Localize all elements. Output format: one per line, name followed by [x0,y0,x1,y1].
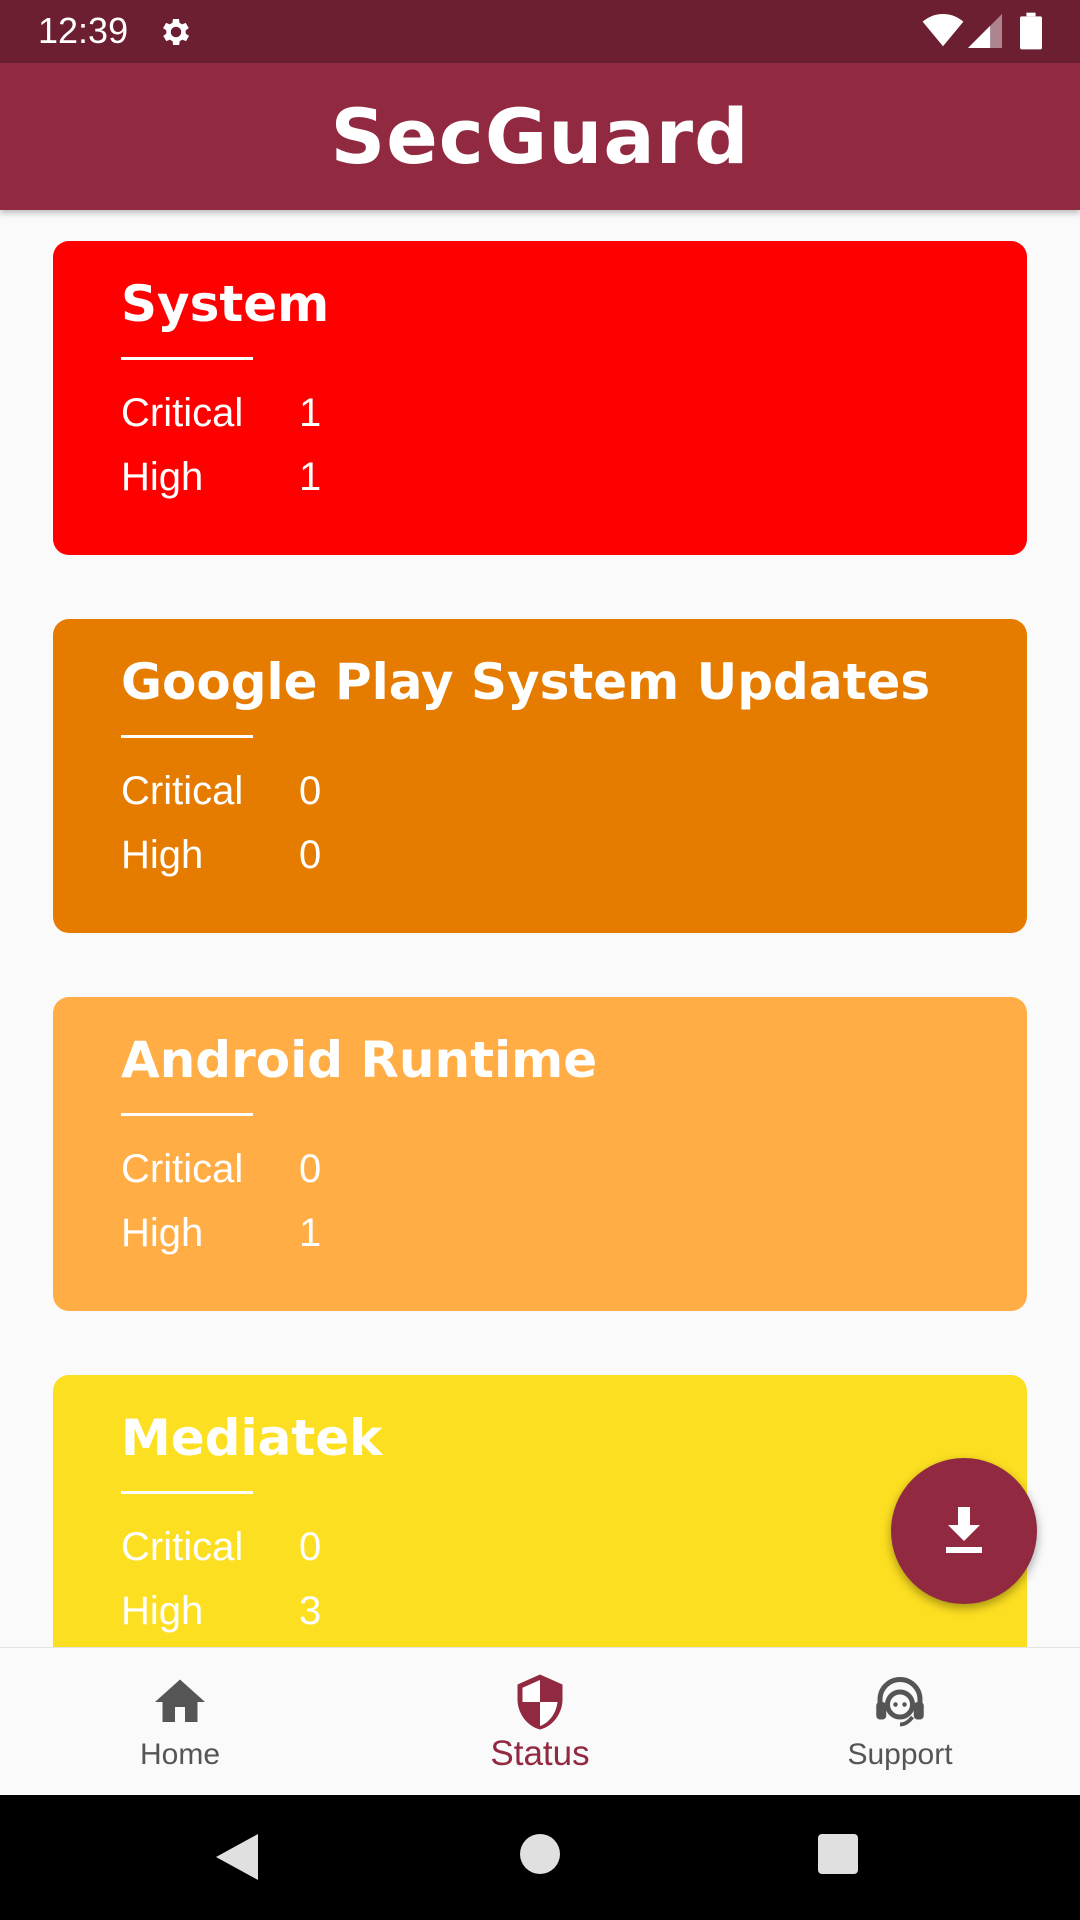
clock: 12:39 [38,10,129,51]
critical-row: Critical 0 [121,1525,321,1570]
home-icon [155,1679,205,1722]
card-title: Google Play System Updates [121,653,931,711]
high-count: 1 [299,455,322,499]
critical-label: Critical [121,1525,244,1569]
critical-label: Critical [121,769,244,813]
battery-icon [1020,12,1042,50]
nav-label-status: Status [490,1734,590,1773]
high-row: High 1 [121,455,321,500]
category-card-mediatek[interactable]: Mediatek Critical 0 High 3 [53,1375,1027,1647]
high-count: 0 [299,833,322,877]
app-title: SecGuard [330,92,750,181]
home-circle-icon[interactable] [520,1834,560,1874]
category-card-google-play-system-updates[interactable]: Google Play System Updates Critical 0 Hig… [53,619,1027,933]
download-button[interactable] [891,1458,1037,1604]
app-bar: SecGuard [0,63,1080,210]
signal-icon [968,14,1002,48]
high-row: High 1 [121,1211,321,1256]
status-bar: 12:39 [0,0,1080,63]
nav-label-support: Support [847,1738,953,1771]
critical-row: Critical 1 [121,391,321,436]
back-icon[interactable] [216,1834,260,1880]
title-underline [121,1113,253,1116]
shield-icon [517,1674,563,1730]
critical-count: 0 [299,1525,322,1569]
bottom-navigation: Home Status Support [0,1647,1080,1795]
critical-count: 0 [299,1147,322,1191]
high-label: High [121,1589,204,1633]
system-navigation-bar [0,1794,1080,1920]
high-row: High 0 [121,833,321,878]
recents-icon[interactable] [818,1834,858,1874]
nav-item-status[interactable]: Status [360,1648,720,1795]
high-label: High [121,833,204,877]
download-icon [946,1507,982,1553]
category-card-system[interactable]: System Critical 1 High 1 [53,241,1027,555]
high-count: 3 [299,1589,322,1633]
nav-item-support[interactable]: Support [720,1648,1080,1795]
card-title: Android Runtime [121,1031,598,1089]
critical-label: Critical [121,1147,244,1191]
high-count: 1 [299,1211,322,1255]
critical-row: Critical 0 [121,1147,321,1192]
critical-count: 0 [299,769,322,813]
high-label: High [121,1211,204,1255]
vulnerability-list[interactable]: System Critical 1 High 1 Google Play Syste… [0,210,1080,1647]
wifi-icon [922,14,964,47]
category-card-android-runtime[interactable]: Android Runtime Critical 0 High 1 [53,997,1027,1311]
critical-count: 1 [299,391,322,435]
title-underline [121,735,253,738]
high-label: High [121,455,204,499]
title-underline [121,1491,253,1494]
headset-icon [876,1677,924,1727]
title-underline [121,357,253,360]
nav-item-home[interactable]: Home [0,1648,360,1795]
nav-label-home: Home [139,1738,221,1771]
critical-row: Critical 0 [121,769,321,814]
card-title: Mediatek [121,1409,383,1467]
critical-label: Critical [121,391,244,435]
high-row: High 3 [121,1589,321,1634]
card-title: System [121,275,330,333]
gear-icon [163,18,190,46]
